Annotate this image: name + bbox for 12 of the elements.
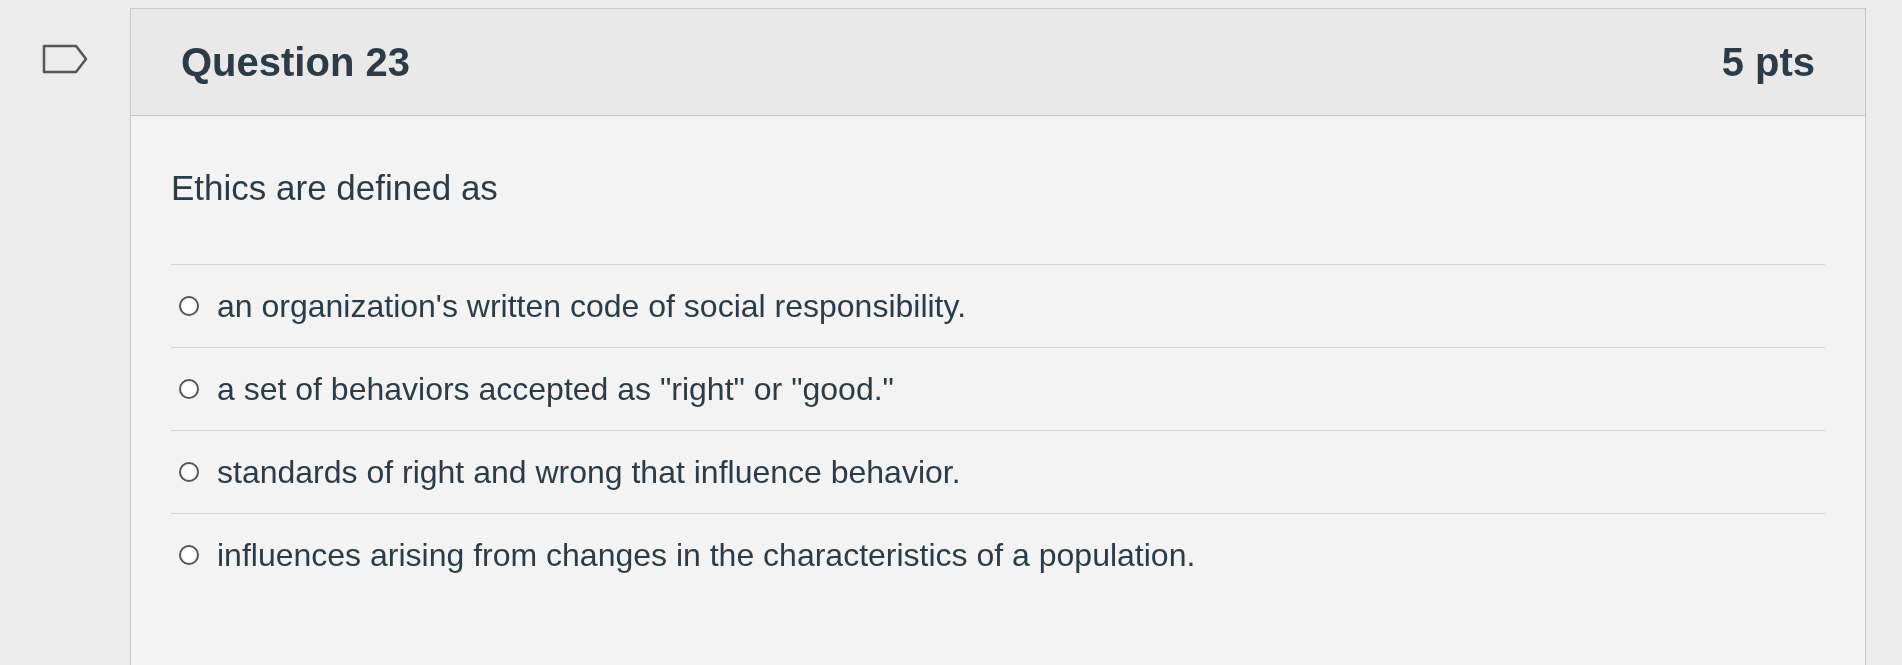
answer-option[interactable]: influences arising from changes in the characteristics of a population. (171, 514, 1825, 596)
radio-button[interactable] (179, 379, 199, 399)
question-text: Ethics are defined as (171, 168, 499, 208)
question-title: Question 23 (181, 39, 410, 85)
answer-option[interactable]: standards of right and wrong that influence behavior. (171, 431, 1825, 514)
radio-button[interactable] (179, 296, 199, 316)
points-label: 5 pts (1721, 39, 1815, 85)
radio-button[interactable] (179, 462, 199, 482)
answer-option[interactable]: an organization's written code of social responsibility. (171, 265, 1825, 348)
radio-button[interactable] (179, 545, 199, 565)
bookmark-flag-icon[interactable] (42, 44, 88, 74)
answer-option[interactable]: a set of behaviors accepted as "right" or "good." (171, 348, 1825, 431)
